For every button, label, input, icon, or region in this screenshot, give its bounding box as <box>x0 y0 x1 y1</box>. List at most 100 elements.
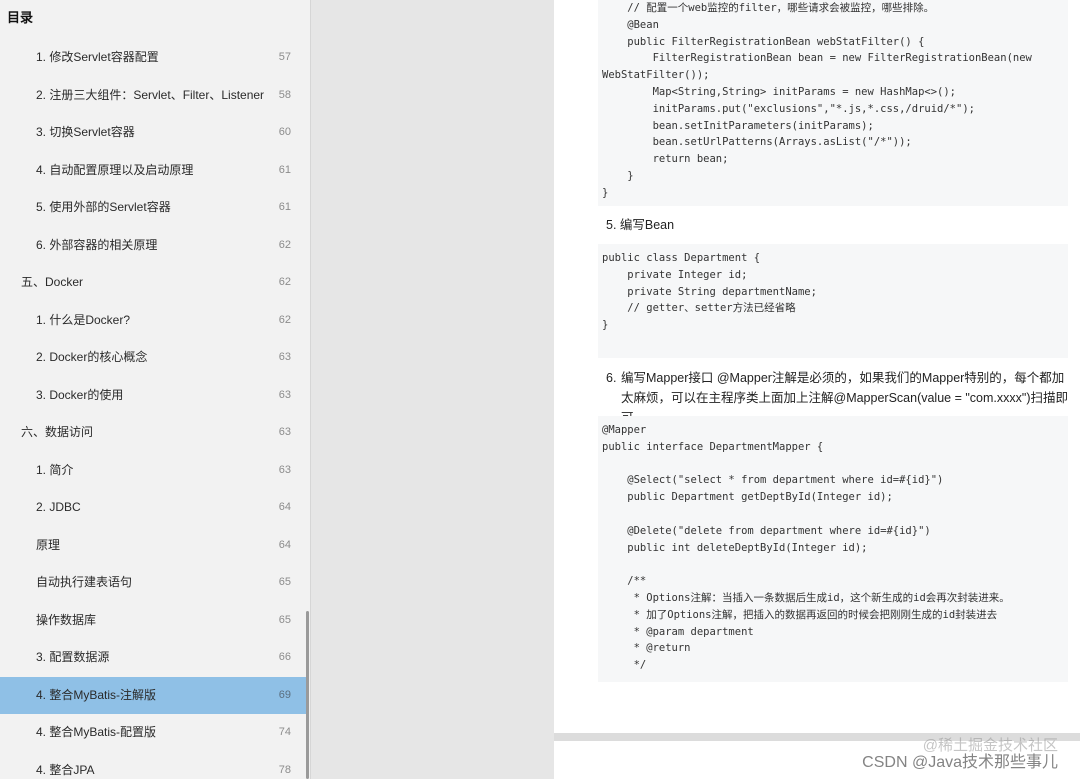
code-line: */ <box>602 659 647 672</box>
code-line: // getter、setter方法已经省略 <box>602 302 796 315</box>
toc-item[interactable]: 4. 整合JPA 78 <box>0 752 308 779</box>
toc-item-label: 3. Docker的使用 <box>36 387 124 402</box>
toc-item-page-number: 63 <box>278 351 291 363</box>
toc-item-page-number: 62 <box>278 313 291 326</box>
code-line: private Integer id; <box>602 268 748 281</box>
toc-item-page-number: 78 <box>278 763 291 776</box>
toc-item-label: 3. 切换Servlet容器 <box>36 125 135 139</box>
toc-item-label: 4. 整合JPA <box>36 762 95 777</box>
code-line: return bean; <box>602 153 729 166</box>
toc-item-page-number: 65 <box>278 613 291 626</box>
toc-item-page-number: 61 <box>278 163 291 176</box>
toc-item[interactable]: 4. 自动配置原理以及启动原理 61 <box>0 152 308 190</box>
toc-item-label: 3. 配置数据源 <box>36 650 110 664</box>
toc-item-page-number: 63 <box>278 426 291 438</box>
toc-item-page-number: 64 <box>278 501 291 513</box>
watermark-juejin: @稀土掘金技术社区 <box>922 737 1058 754</box>
toc-item-page-number: 58 <box>278 88 291 101</box>
toc-title: 目录 <box>0 0 310 36</box>
toc-item-label: 4. 整合MyBatis-注解版 <box>36 687 157 702</box>
toc-item[interactable]: 2. 注册三大组件：Servlet、Filter、Listener 58 <box>0 77 308 115</box>
code-line: Map<String,String> initParams = new Hash… <box>602 85 957 98</box>
toc-item-label: 五、Docker <box>21 275 84 289</box>
code-block-filter-config: // 配置一个web监控的filter，哪些请求会被监控，哪些排除。 @Bean… <box>598 0 1068 206</box>
code-line: private String departmentName; <box>602 285 817 298</box>
toc-item[interactable]: 3. 切换Servlet容器 60 <box>0 114 308 152</box>
watermark-csdn: CSDN @Java技术那些事儿 <box>862 754 1058 771</box>
code-line: public Department getDeptById(Integer id… <box>602 491 893 504</box>
step-6-number: 6. <box>606 371 617 385</box>
toc-item-page-number: 69 <box>278 688 291 701</box>
toc-item[interactable]: 3. Docker的使用 63 <box>0 377 308 415</box>
toc-item-label: 2. Docker的核心概念 <box>36 350 148 364</box>
toc-item[interactable]: 1. 简介 63 <box>0 452 308 490</box>
toc-item[interactable]: 4. 整合MyBatis-配置版 74 <box>0 714 308 752</box>
toc-item[interactable]: 6. 外部容器的相关原理 62 <box>0 227 308 265</box>
document-view: // 配置一个web监控的filter，哪些请求会被监控，哪些排除。 @Bean… <box>311 0 1080 779</box>
toc-sidebar: 目录 1. 修改Servlet容器配置 57 2. 注册三大组件：Servlet、F… <box>0 0 311 779</box>
toc-item-page-number: 61 <box>278 201 291 213</box>
toc-item-label: 2. 注册三大组件：Servlet、Filter、Listener <box>36 87 265 102</box>
code-block-department-bean: public class Department { private Intege… <box>598 244 1068 358</box>
code-line: public FilterRegistrationBean webStatFil… <box>602 35 925 48</box>
code-line: } <box>602 186 609 199</box>
code-line: } <box>602 169 634 182</box>
code-line: bean.setUrlPatterns(Arrays.asList("/*"))… <box>602 136 912 149</box>
toc-item-label: 1. 简介 <box>36 462 74 477</box>
document-page: // 配置一个web监控的filter，哪些请求会被监控，哪些排除。 @Bean… <box>554 0 1080 733</box>
code-line: WebStatFilter()); <box>602 69 710 82</box>
code-line: * 加了Options注解，把插入的数据再返回的时候会把刚刚生成的id封装进去 <box>602 608 998 621</box>
toc-list: 1. 修改Servlet容器配置 57 2. 注册三大组件：Servlet、Filt… <box>0 39 308 779</box>
toc-item-page-number: 64 <box>278 538 291 551</box>
toc-item[interactable]: 1. 什么是Docker? 62 <box>0 302 308 340</box>
code-line: FilterRegistrationBean bean = new Filter… <box>602 52 1032 65</box>
code-block-department-mapper: @Mapper public interface DepartmentMapper… <box>598 416 1068 682</box>
code-line: * Options注解：当插入一条数据后生成id，这个新生成的id会再次封装进来… <box>602 591 1010 604</box>
toc-item-label: 操作数据库 <box>36 612 97 627</box>
toc-item-page-number: 62 <box>278 238 291 251</box>
toc-item[interactable]: 5. 使用外部的Servlet容器 61 <box>0 189 308 227</box>
code-line: } <box>602 319 609 332</box>
toc-item-label: 6. 外部容器的相关原理 <box>36 237 158 252</box>
toc-item-page-number: 74 <box>278 726 291 738</box>
toc-item-label: 5. 使用外部的Servlet容器 <box>36 200 171 214</box>
toc-item-label: 原理 <box>36 537 61 552</box>
code-line: public int deleteDeptById(Integer id); <box>602 541 868 554</box>
toc-item[interactable]: 4. 整合MyBatis-注解版 69 <box>0 676 308 714</box>
code-line: initParams.put("exclusions","*.js,*.css,… <box>602 102 975 115</box>
toc-item[interactable]: 3. 配置数据源 66 <box>0 639 308 677</box>
toc-item[interactable]: 2. JDBC 64 <box>0 489 308 527</box>
toc-item-label: 六、数据访问 <box>21 425 94 439</box>
toc-item-label: 4. 自动配置原理以及启动原理 <box>36 162 194 177</box>
toc-item[interactable]: 1. 修改Servlet容器配置 57 <box>0 39 308 77</box>
toc-item[interactable]: 原理 64 <box>0 527 308 565</box>
toc-item[interactable]: 操作数据库 65 <box>0 602 308 640</box>
toc-item-page-number: 57 <box>278 51 291 63</box>
toc-item-label: 4. 整合MyBatis-配置版 <box>36 725 157 739</box>
toc-item[interactable]: 自动执行建表语句 65 <box>0 564 308 602</box>
toc-item[interactable]: 六、数据访问 63 <box>0 414 308 452</box>
code-line: @Bean <box>602 18 659 31</box>
toc-item-label: 1. 什么是Docker? <box>36 312 131 327</box>
toc-item-page-number: 60 <box>278 126 291 138</box>
toc-item-page-number: 62 <box>278 276 291 288</box>
toc-item-label: 自动执行建表语句 <box>36 575 133 589</box>
code-line: * @param department <box>602 625 754 638</box>
code-line: @Select("select * from department where … <box>602 474 944 487</box>
toc-item-page-number: 66 <box>278 651 291 663</box>
code-line: // 配置一个web监控的filter，哪些请求会被监控，哪些排除。 <box>602 2 935 14</box>
toc-scrollbar[interactable] <box>306 611 309 779</box>
toc-item-label: 2. JDBC <box>36 500 81 514</box>
code-line: @Delete("delete from department where id… <box>602 524 931 537</box>
code-line: public class Department { <box>602 252 761 264</box>
code-line: public interface DepartmentMapper { <box>602 440 824 453</box>
toc-item-page-number: 63 <box>278 463 291 476</box>
code-line: bean.setInitParameters(initParams); <box>602 119 874 132</box>
toc-item-page-number: 65 <box>278 576 291 588</box>
toc-item[interactable]: 2. Docker的核心概念 63 <box>0 339 308 377</box>
toc-item[interactable]: 五、Docker 62 <box>0 264 308 302</box>
watermark: @稀土掘金技术社区 CSDN @Java技术那些事儿 <box>862 737 1058 771</box>
